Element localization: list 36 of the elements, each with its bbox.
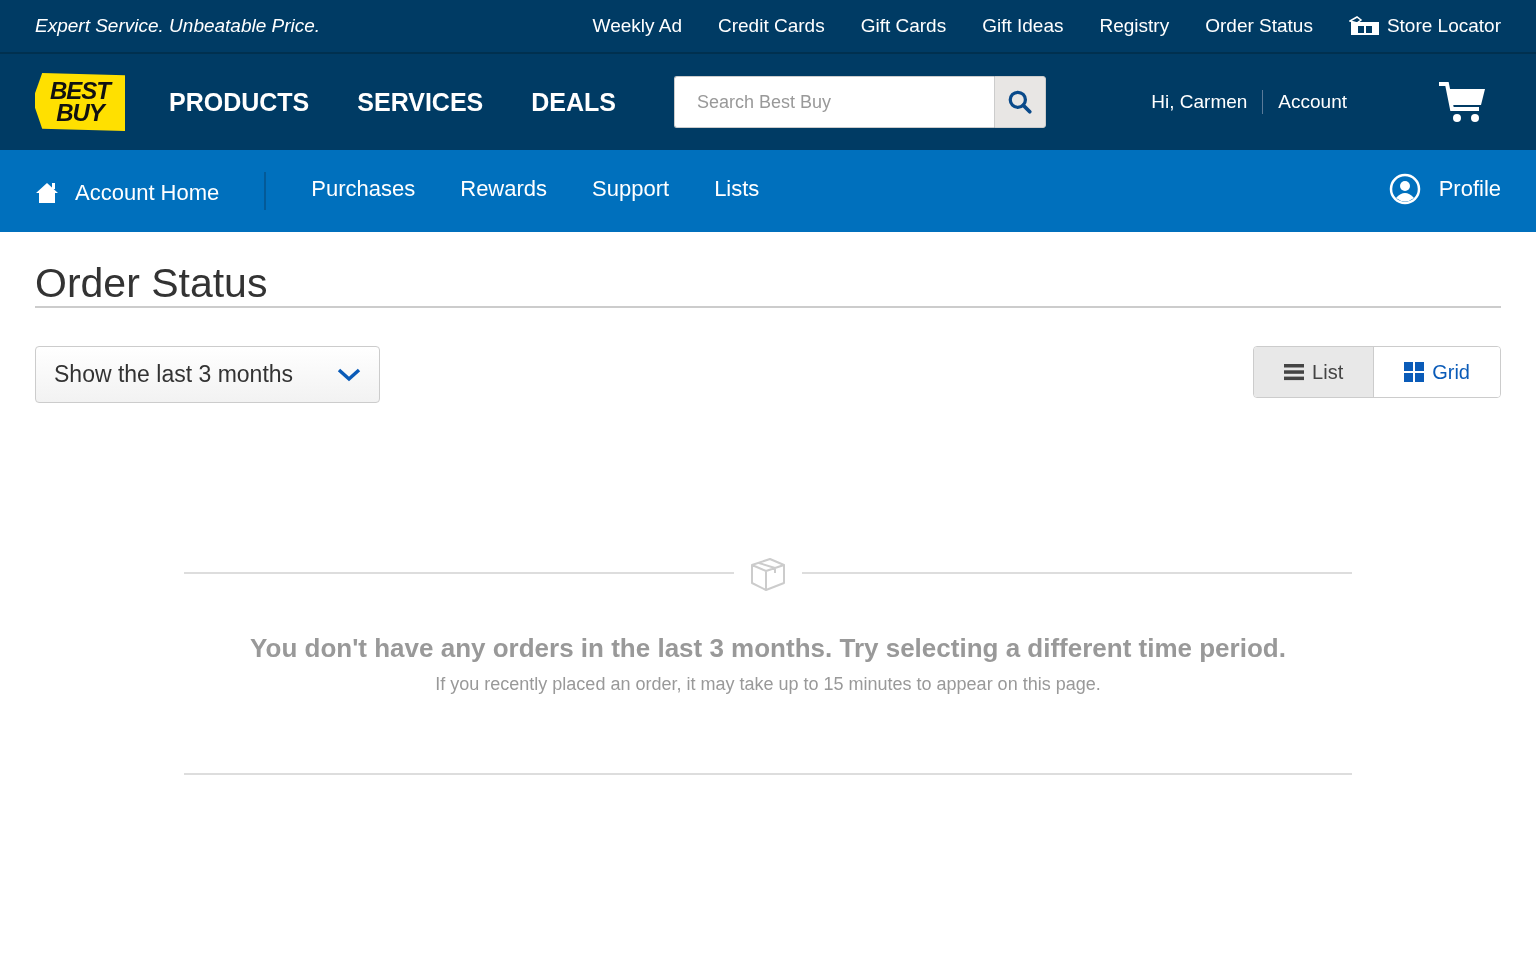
empty-message: You don't have any orders in the last 3 months. Try selecting a different time period. xyxy=(249,633,1287,664)
top-link[interactable]: Order Status xyxy=(1205,15,1313,37)
greeting: Hi, Carmen xyxy=(1151,91,1248,113)
view-toggle[interactable]: Grid xyxy=(1373,347,1500,397)
account-nav-link[interactable]: Purchases xyxy=(311,176,416,202)
grid-icon xyxy=(1404,362,1425,382)
main-nav-link[interactable]: PRODUCTS xyxy=(169,87,310,117)
account-nav-link[interactable]: Lists xyxy=(714,176,760,202)
top-link[interactable]: Gift Ideas xyxy=(982,15,1064,37)
account-nav-link[interactable]: Rewards xyxy=(460,176,548,202)
search-button[interactable] xyxy=(994,76,1046,128)
account-home-link[interactable]: Account Home xyxy=(35,180,220,206)
search-field[interactable]: Search Best Buy xyxy=(674,76,994,128)
page-title: Order Status xyxy=(35,260,1501,308)
chevron-icon xyxy=(337,367,361,382)
account-nav-link[interactable]: Support xyxy=(592,176,670,202)
tagline: Expert Service. Unbeatable Price. xyxy=(35,15,321,37)
top-link[interactable]: Registry xyxy=(1099,15,1170,37)
store-icon xyxy=(1348,16,1381,36)
account-link[interactable]: Account xyxy=(1278,91,1347,113)
cart-icon[interactable] xyxy=(1437,81,1487,123)
list-icon xyxy=(1284,363,1305,381)
top-link[interactable]: Weekly Ad xyxy=(592,15,682,37)
logo[interactable]: BEST BUY xyxy=(35,73,125,131)
main-nav-link[interactable]: SERVICES xyxy=(357,87,484,117)
profile-link[interactable]: Profile xyxy=(1388,173,1501,205)
main-nav-link[interactable]: DEALS xyxy=(531,87,616,117)
time-period-dropdown[interactable]: Show the last 3 months xyxy=(35,346,380,403)
empty-note: If you recently placed an order, it may take up to 15 minutes to appear on this page. xyxy=(434,674,1102,695)
user-icon xyxy=(1388,173,1421,205)
house-icon xyxy=(35,181,59,205)
view-toggle[interactable]: List xyxy=(1254,347,1374,397)
top-link[interactable]: Credit Cards xyxy=(718,15,825,37)
top-link[interactable]: Gift Cards xyxy=(860,15,947,37)
search-icon xyxy=(1007,89,1033,115)
top-link[interactable]: Store Locator xyxy=(1348,15,1501,37)
